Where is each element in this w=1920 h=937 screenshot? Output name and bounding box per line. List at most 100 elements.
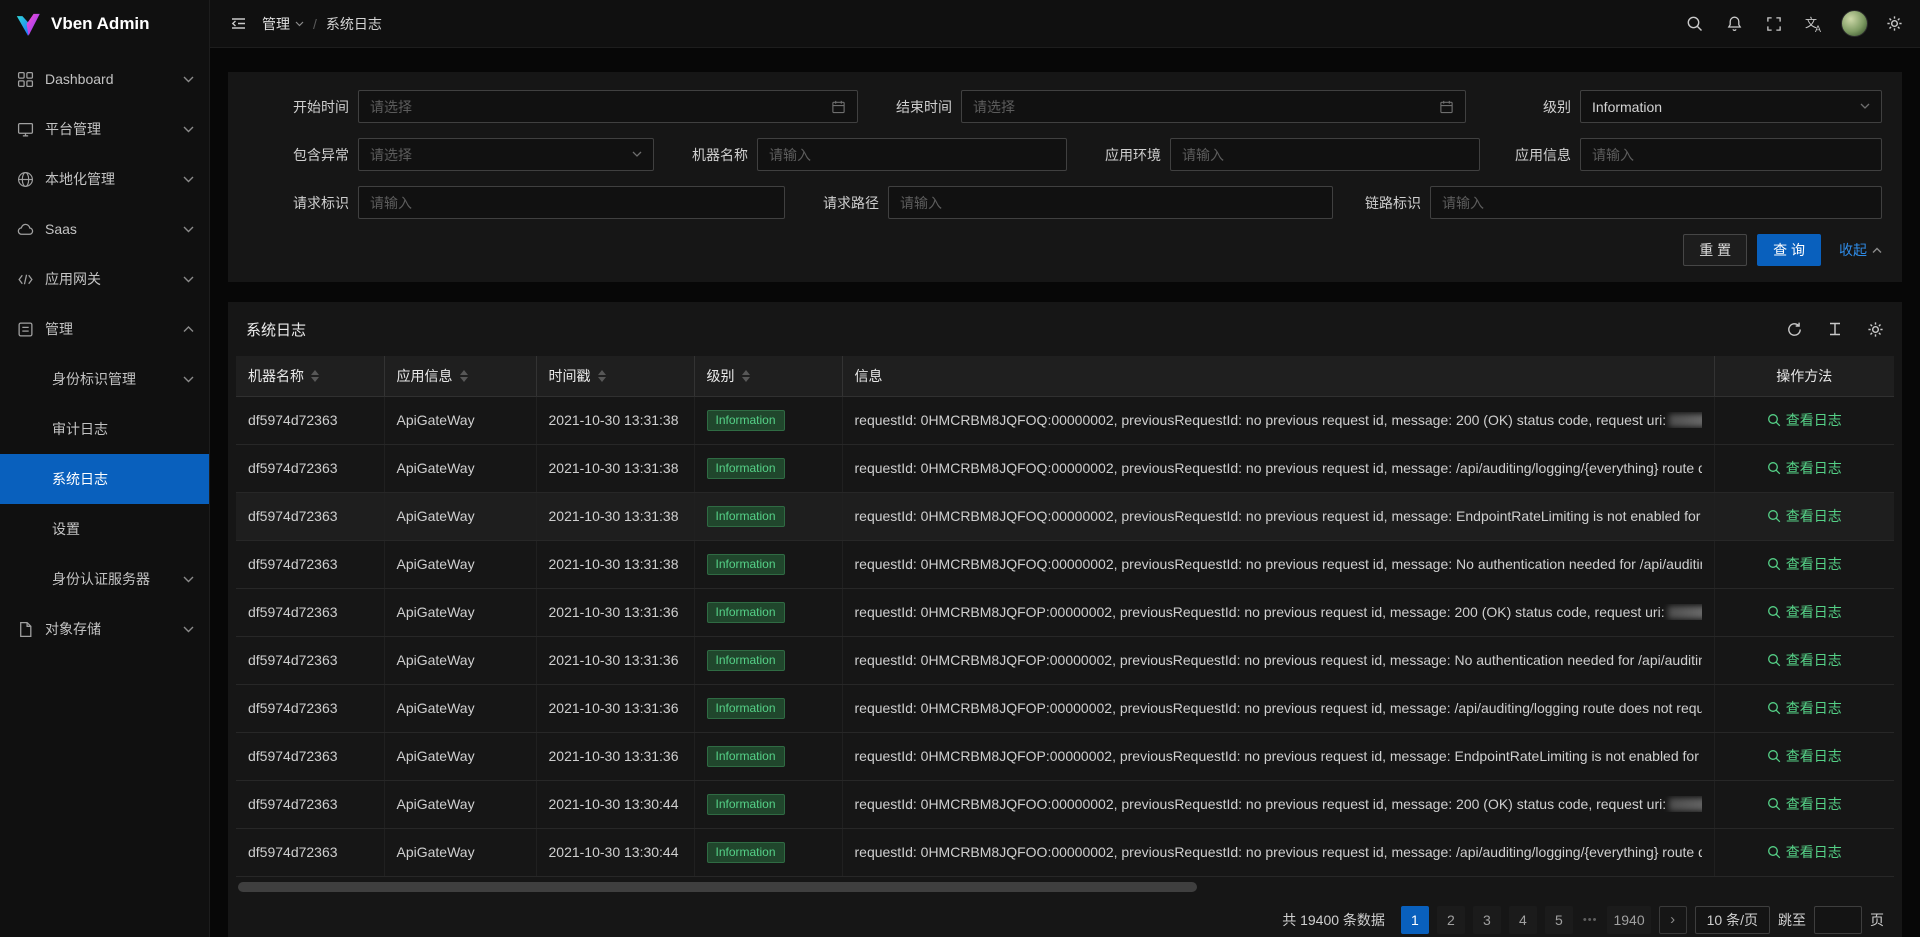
sidebar-item-object-storage[interactable]: 对象存储 xyxy=(0,604,209,654)
request-path-box[interactable] xyxy=(888,186,1333,219)
page-2-button[interactable]: 2 xyxy=(1437,906,1465,934)
view-log-link[interactable]: 查看日志 xyxy=(1767,602,1842,622)
row-height-icon[interactable] xyxy=(1827,321,1843,337)
logo[interactable]: Vben Admin xyxy=(0,0,209,48)
cell-app: ApiGateWay xyxy=(384,780,536,828)
page-ellipsis[interactable]: ••• xyxy=(1581,914,1600,926)
column-header-app[interactable]: 应用信息 xyxy=(384,356,536,396)
cell-app: ApiGateWay xyxy=(384,492,536,540)
view-log-link[interactable]: 查看日志 xyxy=(1767,746,1842,766)
start-time-picker[interactable] xyxy=(358,90,858,123)
trace-id-input[interactable] xyxy=(1442,195,1870,211)
collapse-link[interactable]: 收起 xyxy=(1839,240,1882,260)
page-5-button[interactable]: 5 xyxy=(1545,906,1573,934)
app-info-box[interactable] xyxy=(1580,138,1882,171)
column-header-machine[interactable]: 机器名称 xyxy=(236,356,384,396)
sidebar-item-identity-management[interactable]: 身份标识管理 xyxy=(0,354,209,404)
sidebar-item-audit-log[interactable]: 审计日志 xyxy=(0,404,209,454)
app-environment-box[interactable] xyxy=(1170,138,1480,171)
cell-message: requestId: 0HMCRBM8JQFOP:00000002, previ… xyxy=(842,684,1714,732)
sidebar-item-settings[interactable]: 设置 xyxy=(0,504,209,554)
sidebar-item-label: 应用网关 xyxy=(45,269,183,289)
redacted-text xyxy=(1668,606,1702,619)
view-log-link[interactable]: 查看日志 xyxy=(1767,554,1842,574)
menu-fold-icon[interactable] xyxy=(218,0,258,48)
sidebar-item-platform[interactable]: 平台管理 xyxy=(0,104,209,154)
sort-icon[interactable] xyxy=(311,370,319,382)
table-row[interactable]: df5974d72363 ApiGateWay 2021-10-30 13:31… xyxy=(236,444,1894,492)
avatar-image xyxy=(1841,10,1868,37)
settings-gear-icon[interactable] xyxy=(1874,0,1914,48)
field-label: 请求路径 xyxy=(823,193,879,213)
document-icon xyxy=(17,621,34,638)
view-log-link[interactable]: 查看日志 xyxy=(1767,410,1842,430)
sort-icon[interactable] xyxy=(742,370,750,382)
app-environment-input[interactable] xyxy=(1182,147,1468,163)
column-settings-icon[interactable] xyxy=(1867,321,1884,338)
machine-name-box[interactable] xyxy=(757,138,1067,171)
jump-page-input[interactable] xyxy=(1814,906,1862,934)
view-log-link[interactable]: 查看日志 xyxy=(1767,458,1842,478)
cell-level: Information xyxy=(694,444,842,492)
sidebar-item-localization[interactable]: 本地化管理 xyxy=(0,154,209,204)
sidebar-item-gateway[interactable]: 应用网关 xyxy=(0,254,209,304)
end-time-picker[interactable] xyxy=(961,90,1466,123)
table-row[interactable]: df5974d72363 ApiGateWay 2021-10-30 13:31… xyxy=(236,684,1894,732)
column-header-level[interactable]: 级别 xyxy=(694,356,842,396)
trace-id-box[interactable] xyxy=(1430,186,1882,219)
sidebar-item-system-log[interactable]: 系统日志 xyxy=(0,454,209,504)
page-size-value: 10 条/页 xyxy=(1707,910,1758,930)
translate-icon[interactable]: 文A xyxy=(1794,0,1834,48)
request-path-input[interactable] xyxy=(900,195,1321,211)
cell-app: ApiGateWay xyxy=(384,636,536,684)
sort-icon[interactable] xyxy=(598,370,606,382)
request-id-box[interactable] xyxy=(358,186,785,219)
page-1-button[interactable]: 1 xyxy=(1401,906,1429,934)
view-log-link[interactable]: 查看日志 xyxy=(1767,506,1842,526)
user-avatar[interactable] xyxy=(1834,0,1874,48)
table-row[interactable]: df5974d72363 ApiGateWay 2021-10-30 13:31… xyxy=(236,492,1894,540)
page-3-button[interactable]: 3 xyxy=(1473,906,1501,934)
horizontal-scrollbar[interactable] xyxy=(238,882,1892,892)
page-last-button[interactable]: 1940 xyxy=(1607,906,1650,934)
sidebar-item-dashboard[interactable]: Dashboard xyxy=(0,54,209,104)
machine-name-input[interactable] xyxy=(769,147,1055,163)
view-log-link[interactable]: 查看日志 xyxy=(1767,698,1842,718)
sidebar-item-auth-server[interactable]: 身份认证服务器 xyxy=(0,554,209,604)
page-size-select[interactable]: 10 条/页 xyxy=(1695,906,1770,934)
table-row[interactable]: df5974d72363 ApiGateWay 2021-10-30 13:31… xyxy=(236,732,1894,780)
table-row[interactable]: df5974d72363 ApiGateWay 2021-10-30 13:31… xyxy=(236,540,1894,588)
refresh-icon[interactable] xyxy=(1786,321,1803,338)
end-time-input[interactable] xyxy=(973,99,1431,115)
calendar-icon xyxy=(831,99,846,114)
start-time-input[interactable] xyxy=(370,99,823,115)
sidebar-item-saas[interactable]: Saas xyxy=(0,204,209,254)
page-4-button[interactable]: 4 xyxy=(1509,906,1537,934)
include-exception-select[interactable]: 请选择 xyxy=(358,138,654,171)
notification-bell-icon[interactable] xyxy=(1714,0,1754,48)
sidebar-item-management[interactable]: 管理 xyxy=(0,304,209,354)
reset-button[interactable]: 重 置 xyxy=(1683,234,1747,266)
view-log-link[interactable]: 查看日志 xyxy=(1767,650,1842,670)
table-row[interactable]: df5974d72363 ApiGateWay 2021-10-30 13:30… xyxy=(236,828,1894,876)
table-row[interactable]: df5974d72363 ApiGateWay 2021-10-30 13:30… xyxy=(236,780,1894,828)
chevron-up-icon xyxy=(1872,247,1882,254)
level-select[interactable]: Information xyxy=(1580,90,1882,123)
request-id-input[interactable] xyxy=(370,195,773,211)
table-row[interactable]: df5974d72363 ApiGateWay 2021-10-30 13:31… xyxy=(236,636,1894,684)
breadcrumb-management[interactable]: 管理 xyxy=(262,14,304,34)
query-button[interactable]: 查 询 xyxy=(1757,234,1821,266)
app-info-input[interactable] xyxy=(1592,147,1870,163)
scrollbar-thumb[interactable] xyxy=(238,882,1197,892)
field-label: 包含异常 xyxy=(248,145,349,165)
fullscreen-icon[interactable] xyxy=(1754,0,1794,48)
view-log-link[interactable]: 查看日志 xyxy=(1767,794,1842,814)
view-log-link[interactable]: 查看日志 xyxy=(1767,842,1842,862)
table-row[interactable]: df5974d72363 ApiGateWay 2021-10-30 13:31… xyxy=(236,396,1894,444)
table-row[interactable]: df5974d72363 ApiGateWay 2021-10-30 13:31… xyxy=(236,588,1894,636)
next-page-button[interactable]: › xyxy=(1659,906,1687,934)
search-icon[interactable] xyxy=(1674,0,1714,48)
sidebar-item-label: 平台管理 xyxy=(45,119,183,139)
sort-icon[interactable] xyxy=(460,370,468,382)
column-header-timestamp[interactable]: 时间戳 xyxy=(536,356,694,396)
